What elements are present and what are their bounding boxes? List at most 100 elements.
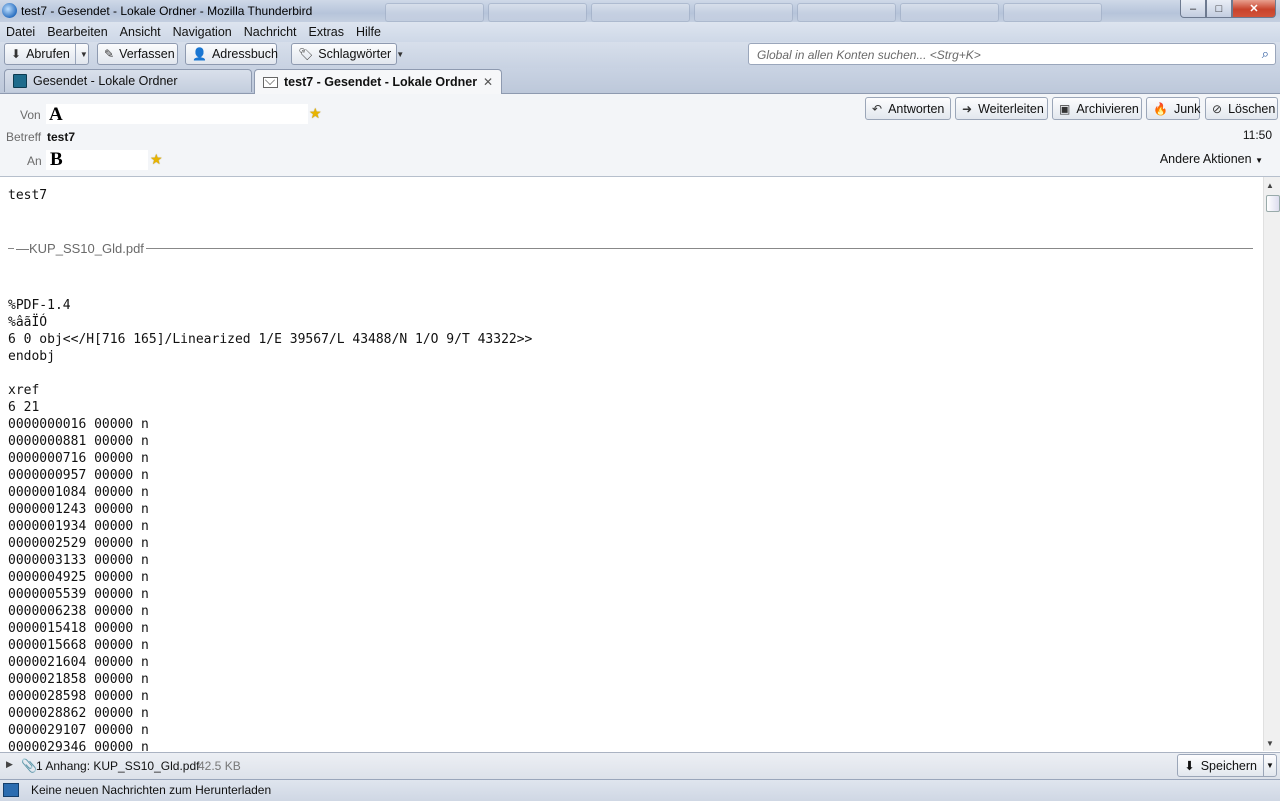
expand-twisty-icon[interactable]: ▶ bbox=[6, 759, 13, 770]
menu-datei[interactable]: Datei bbox=[0, 23, 41, 42]
menu-navigation[interactable]: Navigation bbox=[167, 23, 238, 42]
junk-label: Junk bbox=[1173, 101, 1201, 116]
forward-label: Weiterleiten bbox=[978, 101, 1044, 116]
chevron-down-icon: ▼ bbox=[1255, 156, 1263, 165]
get-mail-dropdown[interactable]: ▼ bbox=[74, 44, 88, 64]
menu-ansicht[interactable]: Ansicht bbox=[114, 23, 167, 42]
window-titlebar[interactable]: test7 - Gesendet - Lokale Ordner - Mozil… bbox=[0, 0, 1280, 22]
global-search[interactable]: ⌕ bbox=[748, 43, 1276, 65]
forward-button[interactable]: ➜ Weiterleiten bbox=[955, 97, 1048, 120]
compose-label: Verfassen bbox=[119, 47, 175, 61]
tab-strip: Gesendet - Lokale Ordner test7 - Gesende… bbox=[0, 68, 1280, 94]
body-greeting: test7 bbox=[8, 188, 48, 203]
chevron-down-icon: ▼ bbox=[79, 49, 88, 59]
message-header: Von A ★ Betreff test7 An B ★ ↶ Antworten… bbox=[0, 94, 1280, 177]
background-ghost bbox=[591, 3, 690, 22]
star-icon[interactable]: ★ bbox=[309, 105, 322, 122]
other-actions-menu[interactable]: Andere Aktionen ▼ bbox=[1160, 152, 1263, 166]
menu-bearbeiten[interactable]: Bearbeiten bbox=[41, 23, 113, 42]
menu-bar: Datei Bearbeiten Ansicht Navigation Nach… bbox=[0, 22, 1280, 42]
address-book-label: Adressbuch bbox=[211, 47, 278, 61]
attachment-separator-filename: KUP_SS10_Gld.pdf bbox=[29, 241, 144, 256]
message-body[interactable]: test7 —KUP_SS10_Gld.pdf %PDF-1.4 %âãÏÓ 6… bbox=[0, 177, 1263, 751]
tags-label: Schlagwörter bbox=[318, 47, 392, 61]
scrollbar-thumb[interactable] bbox=[1266, 195, 1280, 212]
get-mail-label: Abrufen bbox=[26, 47, 70, 61]
download-icon: ⬇ bbox=[11, 47, 22, 61]
flame-icon: 🔥 bbox=[1153, 101, 1168, 116]
menu-extras[interactable]: Extras bbox=[303, 23, 350, 42]
window-title: test7 - Gesendet - Lokale Ordner - Mozil… bbox=[21, 4, 313, 18]
body-scrollbar[interactable]: ▲ ▼ bbox=[1263, 177, 1280, 751]
search-input[interactable] bbox=[755, 46, 1249, 64]
delete-button[interactable]: ⊘ Löschen bbox=[1205, 97, 1278, 120]
save-download-icon: ⬇ bbox=[1184, 759, 1195, 773]
menu-hilfe[interactable]: Hilfe bbox=[350, 23, 387, 42]
address-book-button[interactable]: 👤 Adressbuch bbox=[185, 43, 278, 65]
to-value[interactable]: B bbox=[50, 149, 63, 171]
forward-arrow-icon: ➜ bbox=[962, 101, 973, 116]
separator-line bbox=[8, 248, 1253, 249]
status-text: Keine neuen Nachrichten zum Herunterlade… bbox=[31, 783, 272, 797]
chevron-down-icon: ▼ bbox=[396, 49, 405, 59]
maximize-button[interactable]: □ bbox=[1206, 0, 1232, 18]
subject-value: test7 bbox=[47, 130, 76, 144]
menu-nachricht[interactable]: Nachricht bbox=[238, 23, 303, 42]
close-icon[interactable]: ✕ bbox=[483, 75, 493, 89]
attachment-size: 42.5 KB bbox=[198, 759, 241, 773]
save-button[interactable]: ⬇ Speichern ▼ bbox=[1177, 754, 1277, 777]
attachment-label[interactable]: 1 Anhang: KUP_SS10_Gld.pdf bbox=[36, 759, 199, 773]
window-controls: – □ ✕ bbox=[1180, 0, 1276, 18]
tab-message[interactable]: test7 - Gesendet - Lokale Ordner ✕ bbox=[254, 69, 502, 94]
get-mail-button[interactable]: ⬇ Abrufen ▼ bbox=[4, 43, 89, 65]
tag-icon: 🏷 bbox=[298, 47, 314, 61]
minimize-button[interactable]: – bbox=[1180, 0, 1206, 18]
save-label: Speichern bbox=[1200, 758, 1257, 773]
folder-icon bbox=[13, 74, 27, 88]
reply-button[interactable]: ↶ Antworten bbox=[865, 97, 951, 120]
subject-label: Betreff bbox=[6, 130, 42, 144]
attachment-separator-name: —KUP_SS10_Gld.pdf bbox=[14, 241, 146, 256]
star-icon[interactable]: ★ bbox=[150, 151, 163, 168]
no-entry-icon: ⊘ bbox=[1212, 101, 1223, 116]
attachment-separator: —KUP_SS10_Gld.pdf bbox=[8, 241, 1253, 256]
main-toolbar: ⬇ Abrufen ▼ ✎ Verfassen 👤 Adressbuch 🏷 S… bbox=[0, 42, 1280, 68]
tab-gesendet[interactable]: Gesendet - Lokale Ordner bbox=[4, 69, 252, 92]
reply-label: Antworten bbox=[888, 101, 945, 116]
chevron-down-icon[interactable]: ▼ bbox=[1263, 755, 1276, 776]
from-value[interactable]: A bbox=[49, 104, 63, 126]
paperclip-icon: 📎 bbox=[21, 758, 38, 773]
to-label: An bbox=[27, 154, 42, 168]
other-actions-label: Andere Aktionen bbox=[1159, 152, 1252, 166]
scroll-up-icon[interactable]: ▲ bbox=[1266, 181, 1274, 190]
pdf-source-text: %PDF-1.4 %âãÏÓ 6 0 obj<</H[716 165]/Line… bbox=[8, 298, 533, 751]
message-time: 11:50 bbox=[1242, 128, 1272, 142]
tags-button[interactable]: 🏷 Schlagwörter ▼ bbox=[291, 43, 404, 65]
status-bar: Keine neuen Nachrichten zum Herunterlade… bbox=[0, 779, 1280, 801]
background-ghost bbox=[900, 3, 999, 22]
close-button[interactable]: ✕ bbox=[1232, 0, 1276, 18]
delete-label: Löschen bbox=[1228, 101, 1276, 116]
tab-label: test7 - Gesendet - Lokale Ordner bbox=[284, 75, 478, 89]
archive-button[interactable]: ▣ Archivieren bbox=[1052, 97, 1142, 120]
pencil-icon: ✎ bbox=[104, 47, 115, 61]
online-status-icon[interactable] bbox=[3, 783, 19, 797]
envelope-icon bbox=[263, 76, 278, 88]
from-label: Von bbox=[20, 108, 41, 122]
background-ghost bbox=[1003, 3, 1102, 22]
contact-icon: 👤 bbox=[192, 47, 207, 61]
compose-button[interactable]: ✎ Verfassen bbox=[97, 43, 178, 65]
thunderbird-app-icon[interactable] bbox=[2, 3, 17, 18]
background-ghost bbox=[385, 3, 484, 22]
background-ghost bbox=[797, 3, 896, 22]
junk-button[interactable]: 🔥 Junk bbox=[1146, 97, 1200, 120]
reply-arrow-icon: ↶ bbox=[872, 101, 883, 116]
search-icon[interactable]: ⌕ bbox=[1262, 46, 1269, 62]
tab-label: Gesendet - Lokale Ordner bbox=[33, 74, 178, 88]
archive-label: Archivieren bbox=[1076, 101, 1139, 116]
scroll-down-icon[interactable]: ▼ bbox=[1266, 739, 1274, 748]
from-address-box[interactable] bbox=[46, 104, 308, 124]
background-window-ghosts bbox=[385, 3, 1102, 22]
background-ghost bbox=[488, 3, 587, 22]
background-ghost bbox=[694, 3, 793, 22]
